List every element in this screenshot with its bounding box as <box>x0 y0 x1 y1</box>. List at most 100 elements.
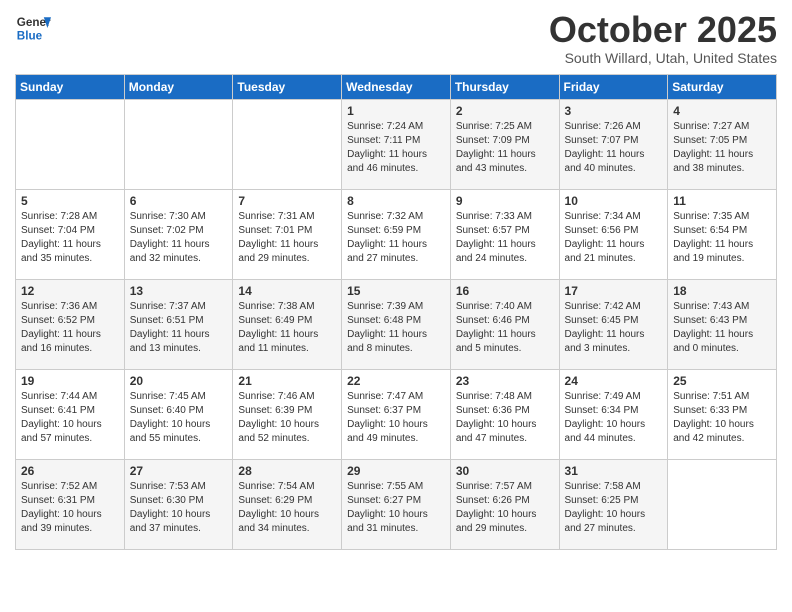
calendar-cell: 10 Sunrise: 7:34 AM Sunset: 6:56 PM Dayli… <box>559 189 668 279</box>
svg-text:Blue: Blue <box>17 30 43 43</box>
day-number: 15 <box>347 284 445 298</box>
day-number: 10 <box>565 194 663 208</box>
calendar-cell: 3 Sunrise: 7:26 AM Sunset: 7:07 PM Daylig… <box>559 99 668 189</box>
calendar-cell <box>124 99 233 189</box>
cell-content: Sunrise: 7:38 AM Sunset: 6:49 PM Dayligh… <box>238 300 336 356</box>
day-number: 24 <box>565 374 663 388</box>
calendar-cell: 20 Sunrise: 7:45 AM Sunset: 6:40 PM Dayli… <box>124 369 233 459</box>
day-number: 28 <box>238 464 336 478</box>
calendar-cell: 30 Sunrise: 7:57 AM Sunset: 6:26 PM Dayli… <box>450 459 559 549</box>
calendar-cell <box>668 459 777 549</box>
calendar-cell: 21 Sunrise: 7:46 AM Sunset: 6:39 PM Dayli… <box>233 369 342 459</box>
day-header-monday: Monday <box>124 74 233 99</box>
week-row-2: 5 Sunrise: 7:28 AM Sunset: 7:04 PM Daylig… <box>16 189 777 279</box>
week-row-3: 12Sunrise: 7:36 AM Sunset: 6:52 PM Dayli… <box>16 279 777 369</box>
cell-content: Sunrise: 7:57 AM Sunset: 6:26 PM Dayligh… <box>456 480 554 536</box>
day-header-saturday: Saturday <box>668 74 777 99</box>
cell-content: Sunrise: 7:51 AM Sunset: 6:33 PM Dayligh… <box>673 390 771 446</box>
day-number: 19 <box>21 374 119 388</box>
calendar-cell: 1 Sunrise: 7:24 AM Sunset: 7:11 PM Daylig… <box>342 99 451 189</box>
cell-content: Sunrise: 7:53 AM Sunset: 6:30 PM Dayligh… <box>130 480 228 536</box>
calendar-cell: 11 Sunrise: 7:35 AM Sunset: 6:54 PM Dayli… <box>668 189 777 279</box>
cell-content: Sunrise: 7:49 AM Sunset: 6:34 PM Dayligh… <box>565 390 663 446</box>
day-number: 1 <box>347 104 445 118</box>
day-number: 3 <box>565 104 663 118</box>
calendar-cell: 29 Sunrise: 7:55 AM Sunset: 6:27 PM Dayli… <box>342 459 451 549</box>
cell-content: Sunrise: 7:33 AM Sunset: 6:57 PM Dayligh… <box>456 210 554 266</box>
day-number: 30 <box>456 464 554 478</box>
day-number: 26 <box>21 464 119 478</box>
calendar-cell: 19 Sunrise: 7:44 AM Sunset: 6:41 PM Dayli… <box>16 369 125 459</box>
day-number: 5 <box>21 194 119 208</box>
cell-content: Sunrise: 7:35 AM Sunset: 6:54 PM Dayligh… <box>673 210 771 266</box>
calendar-cell: 26 Sunrise: 7:52 AM Sunset: 6:31 PM Dayli… <box>16 459 125 549</box>
day-number: 14 <box>238 284 336 298</box>
calendar-cell: 13Sunrise: 7:37 AM Sunset: 6:51 PM Dayli… <box>124 279 233 369</box>
day-number: 21 <box>238 374 336 388</box>
cell-content: Sunrise: 7:25 AM Sunset: 7:09 PM Dayligh… <box>456 120 554 176</box>
day-number: 27 <box>130 464 228 478</box>
title-block: October 2025 South Willard, Utah, United… <box>549 10 777 66</box>
day-number: 16 <box>456 284 554 298</box>
day-number: 29 <box>347 464 445 478</box>
calendar-cell: 5 Sunrise: 7:28 AM Sunset: 7:04 PM Daylig… <box>16 189 125 279</box>
calendar-cell: 7Sunrise: 7:31 AM Sunset: 7:01 PM Daylig… <box>233 189 342 279</box>
calendar-cell: 24 Sunrise: 7:49 AM Sunset: 6:34 PM Dayli… <box>559 369 668 459</box>
day-number: 23 <box>456 374 554 388</box>
day-number: 11 <box>673 194 771 208</box>
cell-content: Sunrise: 7:27 AM Sunset: 7:05 PM Dayligh… <box>673 120 771 176</box>
cell-content: Sunrise: 7:40 AM Sunset: 6:46 PM Dayligh… <box>456 300 554 356</box>
calendar-cell: 22Sunrise: 7:47 AM Sunset: 6:37 PM Dayli… <box>342 369 451 459</box>
calendar-cell: 15 Sunrise: 7:39 AM Sunset: 6:48 PM Dayli… <box>342 279 451 369</box>
logo-icon: General Blue <box>15 10 51 46</box>
cell-content: Sunrise: 7:24 AM Sunset: 7:11 PM Dayligh… <box>347 120 445 176</box>
cell-content: Sunrise: 7:28 AM Sunset: 7:04 PM Dayligh… <box>21 210 119 266</box>
day-number: 9 <box>456 194 554 208</box>
cell-content: Sunrise: 7:55 AM Sunset: 6:27 PM Dayligh… <box>347 480 445 536</box>
calendar-cell: 18 Sunrise: 7:43 AM Sunset: 6:43 PM Dayli… <box>668 279 777 369</box>
cell-content: Sunrise: 7:39 AM Sunset: 6:48 PM Dayligh… <box>347 300 445 356</box>
calendar-cell: 4Sunrise: 7:27 AM Sunset: 7:05 PM Daylig… <box>668 99 777 189</box>
calendar-cell: 28 Sunrise: 7:54 AM Sunset: 6:29 PM Dayli… <box>233 459 342 549</box>
day-header-sunday: Sunday <box>16 74 125 99</box>
page-header: General Blue October 2025 South Willard,… <box>15 10 777 66</box>
day-number: 25 <box>673 374 771 388</box>
week-row-4: 19 Sunrise: 7:44 AM Sunset: 6:41 PM Dayli… <box>16 369 777 459</box>
cell-content: Sunrise: 7:47 AM Sunset: 6:37 PM Dayligh… <box>347 390 445 446</box>
calendar-cell: 12Sunrise: 7:36 AM Sunset: 6:52 PM Dayli… <box>16 279 125 369</box>
calendar-cell: 6Sunrise: 7:30 AM Sunset: 7:02 PM Daylig… <box>124 189 233 279</box>
day-number: 31 <box>565 464 663 478</box>
calendar-cell: 8Sunrise: 7:32 AM Sunset: 6:59 PM Daylig… <box>342 189 451 279</box>
day-number: 8 <box>347 194 445 208</box>
day-header-friday: Friday <box>559 74 668 99</box>
location: South Willard, Utah, United States <box>549 50 777 66</box>
calendar-cell: 23 Sunrise: 7:48 AM Sunset: 6:36 PM Dayli… <box>450 369 559 459</box>
calendar-table: SundayMondayTuesdayWednesdayThursdayFrid… <box>15 74 777 550</box>
cell-content: Sunrise: 7:58 AM Sunset: 6:25 PM Dayligh… <box>565 480 663 536</box>
month-title: October 2025 <box>549 10 777 50</box>
day-header-row: SundayMondayTuesdayWednesdayThursdayFrid… <box>16 74 777 99</box>
cell-content: Sunrise: 7:30 AM Sunset: 7:02 PM Dayligh… <box>130 210 228 266</box>
day-header-tuesday: Tuesday <box>233 74 342 99</box>
calendar-cell: 31 Sunrise: 7:58 AM Sunset: 6:25 PM Dayli… <box>559 459 668 549</box>
week-row-5: 26 Sunrise: 7:52 AM Sunset: 6:31 PM Dayli… <box>16 459 777 549</box>
cell-content: Sunrise: 7:52 AM Sunset: 6:31 PM Dayligh… <box>21 480 119 536</box>
cell-content: Sunrise: 7:48 AM Sunset: 6:36 PM Dayligh… <box>456 390 554 446</box>
cell-content: Sunrise: 7:44 AM Sunset: 6:41 PM Dayligh… <box>21 390 119 446</box>
cell-content: Sunrise: 7:34 AM Sunset: 6:56 PM Dayligh… <box>565 210 663 266</box>
logo: General Blue <box>15 10 51 46</box>
cell-content: Sunrise: 7:46 AM Sunset: 6:39 PM Dayligh… <box>238 390 336 446</box>
cell-content: Sunrise: 7:43 AM Sunset: 6:43 PM Dayligh… <box>673 300 771 356</box>
day-number: 18 <box>673 284 771 298</box>
calendar-cell: 9 Sunrise: 7:33 AM Sunset: 6:57 PM Daylig… <box>450 189 559 279</box>
cell-content: Sunrise: 7:54 AM Sunset: 6:29 PM Dayligh… <box>238 480 336 536</box>
cell-content: Sunrise: 7:26 AM Sunset: 7:07 PM Dayligh… <box>565 120 663 176</box>
calendar-cell <box>16 99 125 189</box>
calendar-cell: 16 Sunrise: 7:40 AM Sunset: 6:46 PM Dayli… <box>450 279 559 369</box>
calendar-cell <box>233 99 342 189</box>
day-number: 20 <box>130 374 228 388</box>
calendar-cell: 25 Sunrise: 7:51 AM Sunset: 6:33 PM Dayli… <box>668 369 777 459</box>
calendar-cell: 2Sunrise: 7:25 AM Sunset: 7:09 PM Daylig… <box>450 99 559 189</box>
cell-content: Sunrise: 7:37 AM Sunset: 6:51 PM Dayligh… <box>130 300 228 356</box>
cell-content: Sunrise: 7:45 AM Sunset: 6:40 PM Dayligh… <box>130 390 228 446</box>
